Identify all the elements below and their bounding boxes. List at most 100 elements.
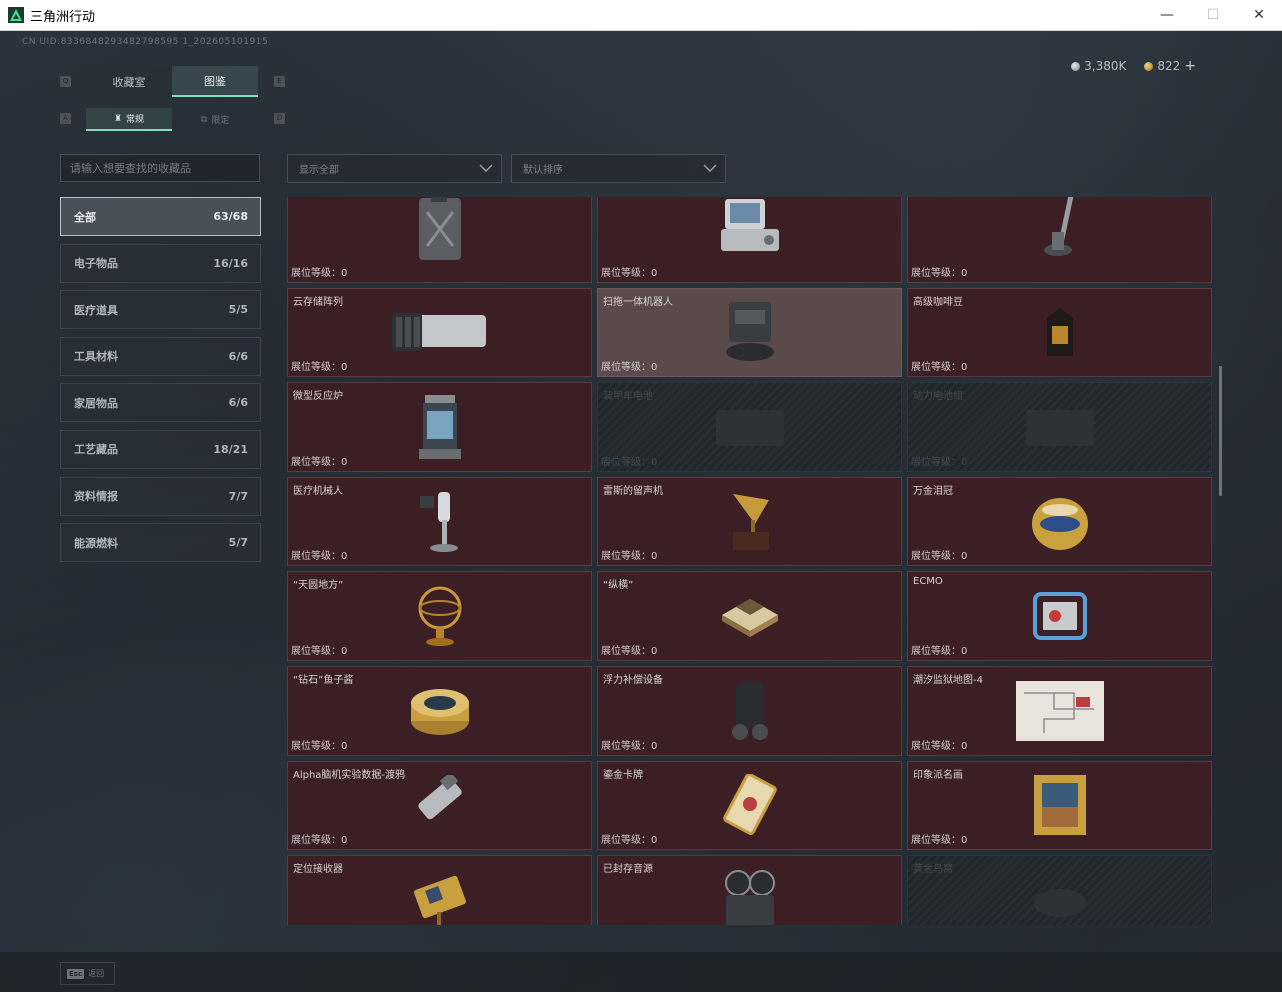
item-name: 已封存音源 bbox=[603, 864, 653, 876]
item-card[interactable]: 雷斯的留声机 展位等级：0 bbox=[597, 476, 902, 567]
gold-currency[interactable]: 822 + bbox=[1144, 58, 1196, 74]
level-value: 0 bbox=[341, 267, 348, 279]
item-card[interactable]: 定位接收器 展位等级：0 bbox=[287, 855, 592, 925]
category-intel[interactable]: 资料情报 7/7 bbox=[60, 476, 261, 516]
esc-key-icon: Esc bbox=[67, 968, 85, 979]
prison-map-icon bbox=[1015, 680, 1104, 741]
ecmo-machine-icon bbox=[1032, 592, 1087, 641]
item-card[interactable]: 印象派名画 展位等级：0 bbox=[907, 760, 1212, 851]
tab-regular[interactable]: ♜ 常规 bbox=[86, 108, 172, 131]
item-card[interactable]: 云存储阵列 展位等级：0 bbox=[287, 287, 592, 378]
item-level: 展位等级：0 bbox=[911, 642, 967, 657]
category-crafts[interactable]: 工艺藏品 18/21 bbox=[60, 429, 261, 469]
tab-encyclopedia[interactable]: 图鉴 bbox=[172, 66, 258, 97]
item-card[interactable]: 医疗机械人 展位等级：0 bbox=[287, 476, 592, 567]
coffee-bag-icon bbox=[1046, 308, 1073, 357]
sort-dropdown[interactable]: 默认排序 bbox=[511, 154, 726, 183]
item-name: 黄金鸟窝 bbox=[913, 864, 953, 876]
level-value: 0 bbox=[961, 267, 968, 279]
category-count: 6/6 bbox=[228, 349, 248, 363]
bottle-icon: ♜ bbox=[113, 113, 123, 124]
silver-coin-icon bbox=[1071, 61, 1081, 71]
category-label: 电子物品 bbox=[74, 257, 118, 271]
back-label: 返回 bbox=[88, 969, 105, 978]
add-currency-button[interactable]: + bbox=[1184, 58, 1196, 74]
power-battery-icon bbox=[1025, 409, 1094, 446]
chessboard-icon bbox=[721, 599, 778, 638]
jeweled-egg-icon bbox=[1031, 497, 1088, 550]
category-energy[interactable]: 能源燃料 5/7 bbox=[60, 523, 261, 563]
tab-regular-label: 常规 bbox=[126, 115, 145, 125]
item-level: 展位等级：0 bbox=[601, 264, 657, 279]
item-card-locked[interactable]: 黄金鸟窝 展位等级：0 bbox=[907, 855, 1212, 925]
level-label: 展位等级： bbox=[291, 267, 341, 279]
back-button[interactable]: Esc 返回 bbox=[60, 962, 115, 985]
category-medical[interactable]: 医疗道具 5/5 bbox=[60, 290, 261, 330]
item-card[interactable]: 万金泪冠 展位等级：0 bbox=[907, 476, 1212, 567]
chevron-down-icon bbox=[703, 164, 717, 172]
tab-limited[interactable]: ⧉ 限定 bbox=[172, 108, 258, 131]
level-label: 展位等级： bbox=[601, 267, 651, 279]
category-label: 全部 bbox=[74, 210, 96, 224]
level-label: 展位等级： bbox=[601, 551, 651, 563]
item-card[interactable]: 高级咖啡豆 展位等级：0 bbox=[907, 287, 1212, 378]
item-level: 展位等级：0 bbox=[911, 737, 967, 752]
item-card[interactable]: 潮汐监狱地图-4 展位等级：0 bbox=[907, 665, 1212, 756]
category-count: 6/6 bbox=[228, 396, 248, 410]
item-card[interactable]: ECMO 展位等级：0 bbox=[907, 571, 1212, 661]
gold-coin-icon bbox=[1144, 61, 1154, 71]
item-name: 高级咖啡豆 bbox=[913, 296, 963, 308]
filter-dropdown[interactable]: 显示全部 bbox=[287, 154, 502, 183]
device-icon bbox=[720, 198, 779, 251]
filter-dropdown-value: 显示全部 bbox=[299, 165, 339, 176]
gramophone-icon bbox=[732, 493, 769, 550]
item-card-locked[interactable]: 动力电池组 展位等级：0 bbox=[907, 382, 1212, 472]
reel-recorder-icon bbox=[724, 869, 775, 925]
item-name: 定位接收器 bbox=[293, 864, 343, 876]
gilded-card-icon bbox=[722, 774, 777, 836]
maximize-button[interactable]: ☐ bbox=[1190, 0, 1236, 30]
level-value: 0 bbox=[961, 362, 968, 374]
item-card[interactable]: 扫拖一体机器人 展位等级：0 bbox=[597, 287, 902, 378]
minimize-button[interactable]: — bbox=[1144, 0, 1190, 30]
server-array-icon bbox=[391, 313, 486, 352]
item-card[interactable]: 浮力补偿设备 展位等级：0 bbox=[597, 665, 902, 756]
tab-collection-room[interactable]: 收藏室 bbox=[86, 66, 172, 97]
item-card[interactable]: 微型反应炉 展位等级：0 bbox=[287, 382, 592, 472]
item-level: 展位等级：0 bbox=[601, 642, 657, 657]
item-card[interactable]: Alpha脑机实验数据-渡鸦 展位等级：0 bbox=[287, 760, 592, 851]
sub-tabs: ♜ 常规 ⧉ 限定 bbox=[86, 108, 258, 131]
level-value: 0 bbox=[341, 645, 348, 657]
category-home[interactable]: 家居物品 6/6 bbox=[60, 383, 261, 423]
gold-amount: 822 bbox=[1157, 59, 1181, 73]
item-card[interactable]: 已封存音源 展位等级：0 bbox=[597, 855, 902, 925]
buoyancy-device-icon bbox=[731, 681, 768, 740]
item-level: 展位等级：0 bbox=[291, 642, 347, 657]
category-all[interactable]: 全部 63/68 bbox=[60, 197, 261, 236]
category-electronics[interactable]: 电子物品 16/16 bbox=[60, 243, 261, 283]
close-button[interactable]: ✕ bbox=[1236, 0, 1282, 30]
level-label: 展位等级： bbox=[911, 267, 961, 279]
item-card[interactable]: 鎏金卡牌 展位等级：0 bbox=[597, 760, 902, 851]
item-card[interactable]: 展位等级：0 bbox=[287, 197, 592, 283]
item-card[interactable]: “钻石”鱼子酱 展位等级：0 bbox=[287, 665, 592, 756]
item-card[interactable]: “纵横” 展位等级：0 bbox=[597, 571, 902, 661]
app-logo-icon bbox=[8, 7, 24, 23]
item-level: 展位等级：0 bbox=[911, 453, 967, 468]
item-level: 展位等级：0 bbox=[291, 453, 347, 468]
level-label: 展位等级： bbox=[601, 645, 651, 657]
search-input[interactable] bbox=[60, 154, 260, 182]
item-card[interactable]: “天圆地方” 展位等级：0 bbox=[287, 571, 592, 661]
category-label: 家居物品 bbox=[74, 396, 118, 410]
category-tools[interactable]: 工具材料 6/6 bbox=[60, 336, 261, 376]
category-count: 7/7 bbox=[228, 489, 248, 503]
level-value: 0 bbox=[341, 456, 348, 468]
item-name: “钻石”鱼子酱 bbox=[293, 674, 354, 686]
item-card[interactable]: 展位等级：0 bbox=[907, 197, 1212, 283]
painting-icon bbox=[1033, 775, 1086, 836]
item-card[interactable]: 展位等级：0 bbox=[597, 197, 902, 283]
grid-scrollbar[interactable] bbox=[1219, 366, 1222, 496]
item-name: 雷斯的留声机 bbox=[603, 485, 663, 497]
item-name: 医疗机械人 bbox=[293, 485, 343, 497]
item-card-locked[interactable]: 装甲车电池 展位等级：0 bbox=[597, 382, 902, 472]
